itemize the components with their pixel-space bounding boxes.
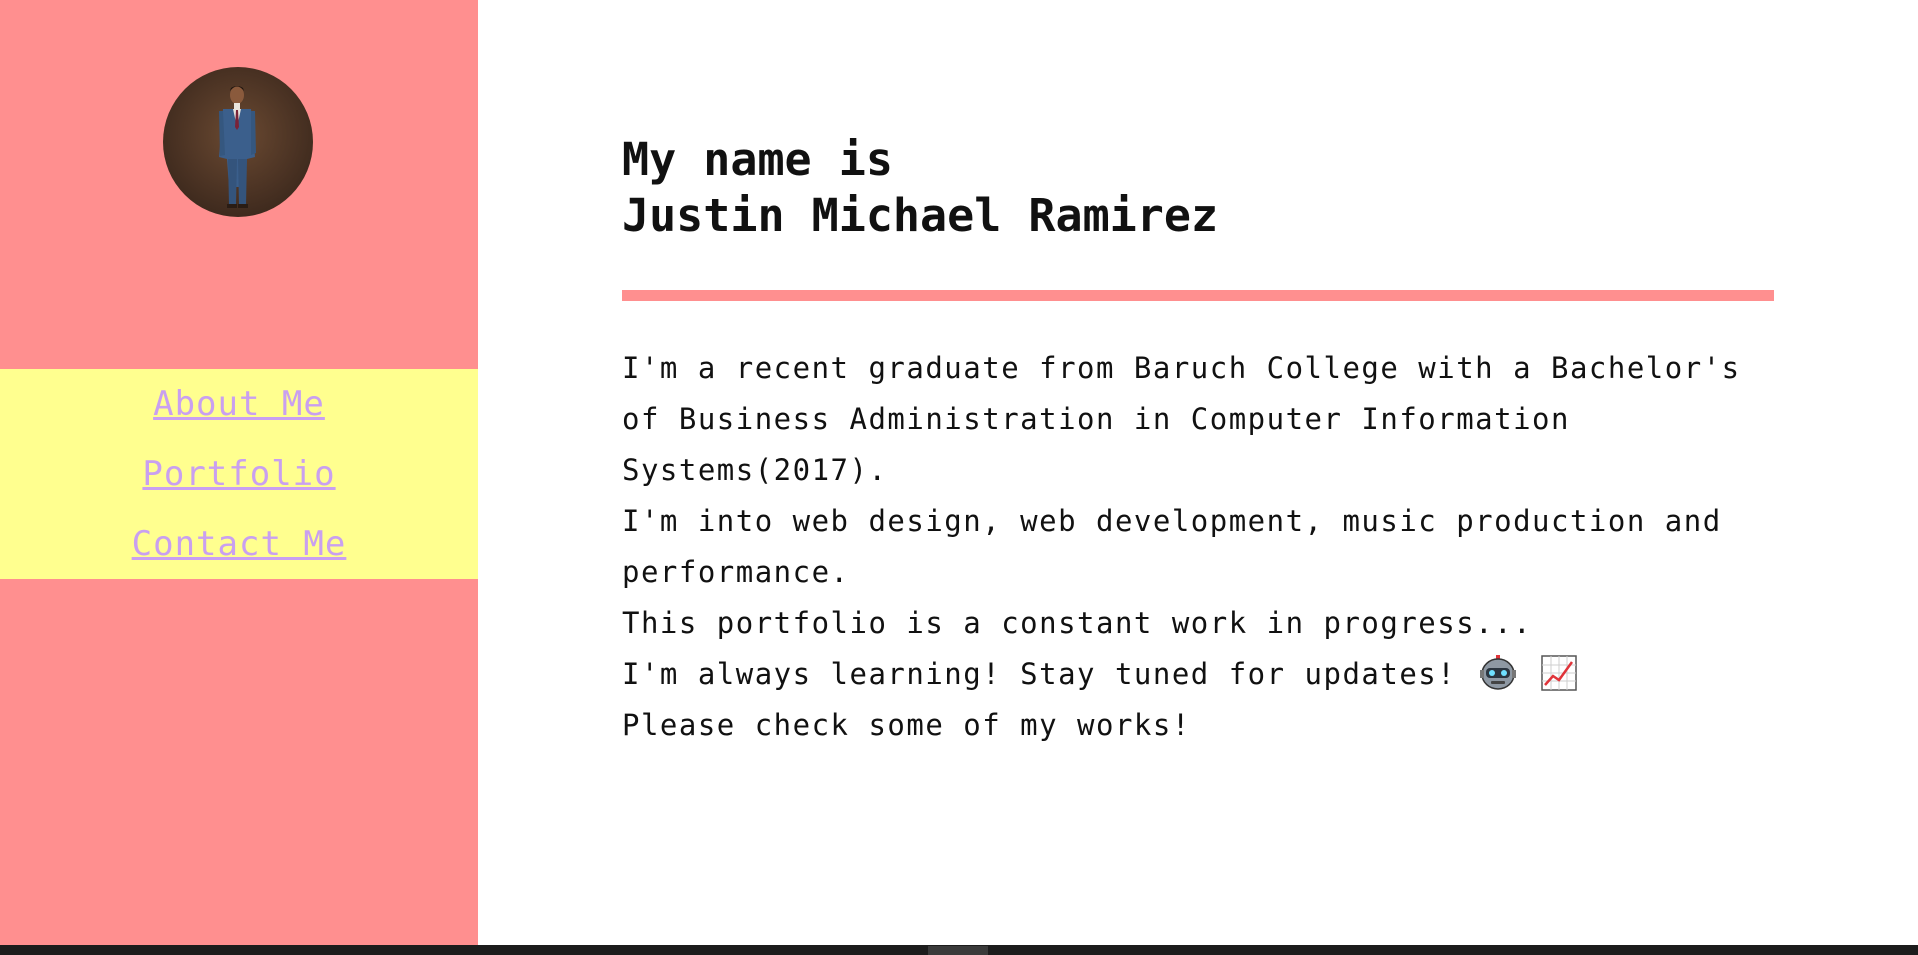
divider (622, 290, 1774, 301)
bio-section: I'm a recent graduate from Baruch Colleg… (622, 343, 1774, 751)
page-title: My name is Justin Michael Ramirez (622, 132, 1774, 244)
bio-paragraph: This portfolio is a constant work in pro… (622, 606, 1533, 640)
page: About Me Portfolio Contact Me My name is… (0, 0, 1918, 955)
main-content: My name is Justin Michael Ramirez I'm a … (622, 132, 1774, 751)
nav-menu: About Me Portfolio Contact Me (0, 369, 478, 579)
title-line-1: My name is (622, 133, 893, 186)
bio-text: I'm always learning! Stay tuned for upda… (622, 657, 1457, 691)
chart-increasing-icon (1541, 655, 1577, 691)
avatar (163, 67, 313, 217)
nav-link-portfolio[interactable]: Portfolio (0, 439, 478, 509)
bio-paragraph: I'm a recent graduate from Baruch Colleg… (622, 351, 1741, 487)
nav-link-about-me[interactable]: About Me (0, 369, 478, 439)
bio-paragraph-with-emoji: I'm always learning! Stay tuned for upda… (622, 649, 1774, 700)
bio-paragraph: Please check some of my works! (622, 708, 1191, 742)
robot-icon (1480, 655, 1517, 690)
person-photo-icon (219, 86, 256, 208)
sidebar: About Me Portfolio Contact Me (0, 0, 478, 945)
bio-paragraph: I'm into web design, web development, mu… (622, 504, 1722, 589)
scrollbar-thumb[interactable] (928, 946, 988, 955)
nav-link-contact-me[interactable]: Contact Me (0, 509, 478, 579)
title-line-2: Justin Michael Ramirez (622, 189, 1219, 242)
